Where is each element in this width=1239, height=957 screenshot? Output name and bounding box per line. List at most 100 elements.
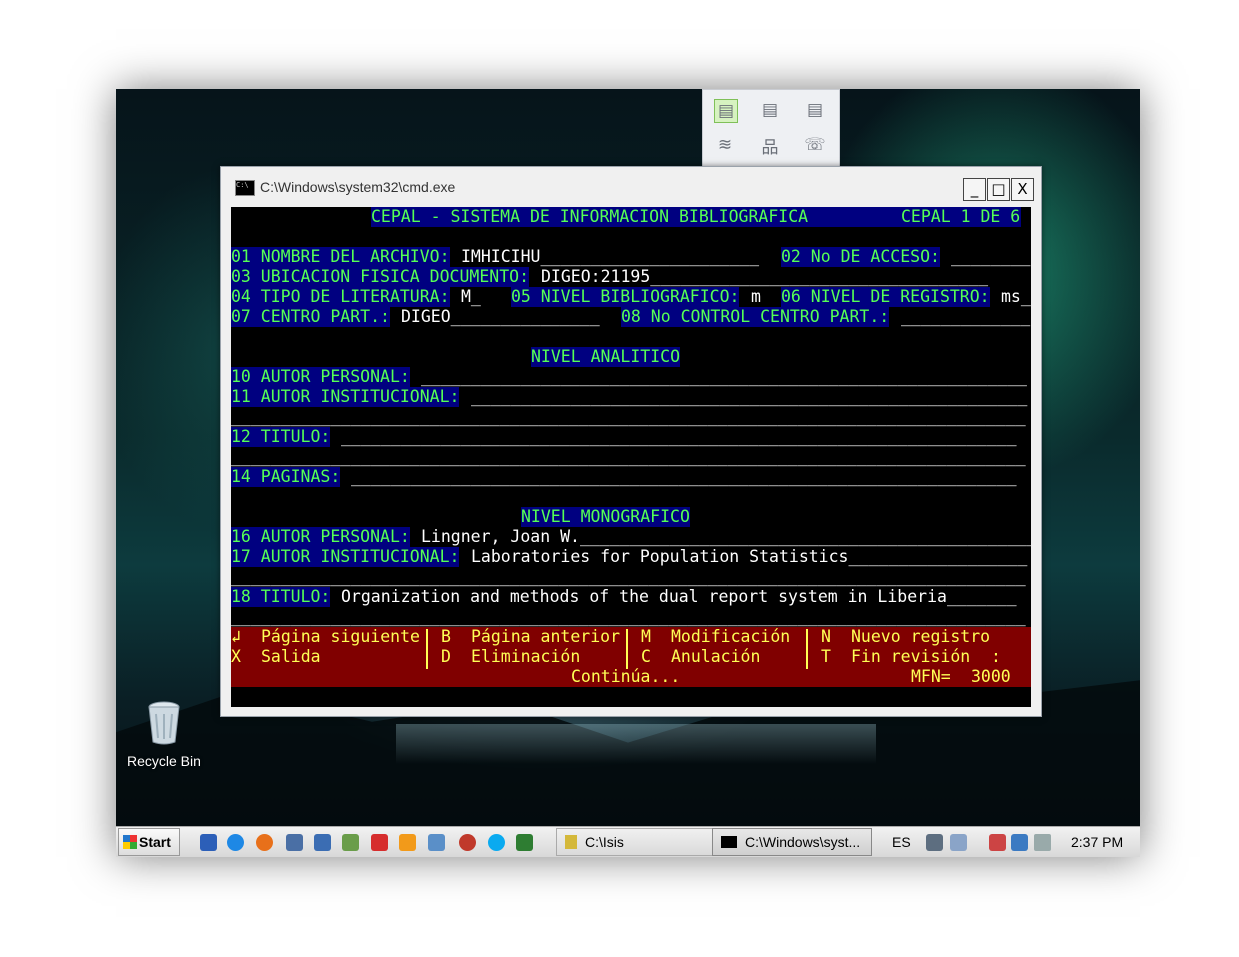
- folder-icon: [565, 835, 577, 849]
- field-label-02: 02 No DE ACCESO:: [781, 247, 940, 267]
- close-button[interactable]: X: [1011, 178, 1034, 201]
- menu-key-t: T: [821, 647, 831, 666]
- menu-exit[interactable]: Salida: [261, 647, 321, 667]
- field-label-14: 14 PAGINAS:: [231, 467, 341, 487]
- field-label-01: 01 NOMBRE DEL ARCHIVO:: [231, 247, 450, 267]
- network-icon[interactable]: ▤: [804, 99, 826, 121]
- field-value-11[interactable]: ________________________________________…: [471, 387, 1027, 407]
- field-label-05: 05 NIVEL BIBLIOGRAFICO:: [511, 287, 740, 307]
- field-label-17: 17 AUTOR INSTITUCIONAL:: [231, 547, 460, 567]
- field-cont-11[interactable]: ________________________________________…: [231, 407, 1026, 427]
- menu-key-n: N: [821, 627, 831, 646]
- field-value-02[interactable]: ________: [951, 247, 1030, 267]
- field-value-10[interactable]: ________________________________________…: [421, 367, 1027, 387]
- volume-icon[interactable]: [1034, 834, 1051, 851]
- cmd-icon: C:\: [235, 180, 255, 196]
- language-indicator[interactable]: ES: [892, 827, 911, 857]
- menu-delete[interactable]: Eliminación: [471, 647, 580, 667]
- security-tray-icon[interactable]: [989, 834, 1006, 851]
- field-value-18[interactable]: Organization and methods of the dual rep…: [341, 587, 1017, 607]
- field-cont-18[interactable]: ________________________________________…: [231, 607, 1026, 627]
- menu-divider: [426, 629, 428, 669]
- show-desktop-icon[interactable]: [200, 834, 217, 851]
- enter-key-icon: ↲: [231, 627, 241, 646]
- continue-text: Continúa...: [571, 667, 681, 686]
- network-flyout: ▤ ▤ ▤ ≋ 品 ☏: [702, 89, 840, 167]
- menu-next-page[interactable]: Página siguiente: [261, 627, 420, 647]
- field-value-03[interactable]: DIGEO:21195_____________________________…: [541, 267, 988, 287]
- taskbar-item-cmd[interactable]: C:\Windows\syst...: [712, 828, 872, 856]
- field-value-08[interactable]: _____________: [901, 307, 1030, 327]
- field-cont-17[interactable]: ________________________________________…: [231, 567, 1026, 587]
- field-label-03: 03 UBICACION FISICA DOCUMENTO:: [231, 267, 530, 287]
- connection-tray-icon[interactable]: [1011, 834, 1028, 851]
- tree-app-icon[interactable]: [342, 834, 359, 851]
- section-monografico: NIVEL MONOGRAFICO: [521, 507, 690, 527]
- menu-prev-page[interactable]: Página anterior: [471, 627, 620, 647]
- field-label-12: 12 TITULO:: [231, 427, 331, 447]
- window-titlebar[interactable]: C:\ C:\Windows\system32\cmd.exe _ □ X: [221, 167, 1041, 207]
- field-value-07[interactable]: DIGEO_______________: [401, 307, 600, 327]
- menu-new-record[interactable]: Nuevo registro: [851, 627, 990, 647]
- start-button[interactable]: Start: [118, 828, 180, 856]
- recycle-bin-label[interactable]: Recycle Bin: [127, 753, 201, 769]
- field-value-17[interactable]: Laboratories for Population Statistics__…: [471, 547, 1027, 567]
- menu-end-review[interactable]: Fin revisión: [851, 647, 970, 667]
- cmd-icon: [721, 836, 737, 848]
- recycle-bin-icon[interactable]: [146, 700, 182, 746]
- field-value-04[interactable]: M_: [461, 287, 481, 307]
- menu-key-m: M: [641, 627, 651, 646]
- dialup-icon[interactable]: ☏: [804, 134, 826, 156]
- field-value-16[interactable]: Lingner, Joan W.________________________…: [421, 527, 1031, 547]
- taskbar-item-isis[interactable]: C:\Isis: [556, 828, 716, 856]
- clock[interactable]: 2:37 PM: [1071, 827, 1123, 857]
- network-icon-connected[interactable]: ▤: [714, 99, 738, 123]
- page-indicator: CEPAL 1 DE 6: [901, 207, 1021, 226]
- menu-key-c: C: [641, 647, 651, 666]
- window-title: C:\Windows\system32\cmd.exe: [260, 179, 456, 195]
- app-icon[interactable]: [314, 834, 331, 851]
- field-value-05[interactable]: m: [751, 287, 761, 307]
- menu-key-b: B: [441, 627, 451, 646]
- transfer-tray-icon[interactable]: [950, 834, 967, 851]
- network-app-icon[interactable]: [286, 834, 303, 851]
- menu-divider: [806, 629, 808, 669]
- network-tray-icon[interactable]: [926, 834, 943, 851]
- mfn-value: 3000: [971, 667, 1011, 686]
- lan-icon[interactable]: 品: [759, 134, 781, 158]
- windows-logo-icon: [123, 835, 137, 849]
- tree-icon[interactable]: [516, 834, 533, 851]
- menu-prompt-colon: :: [991, 647, 1001, 666]
- field-value-12[interactable]: ________________________________________…: [341, 427, 1017, 447]
- maximize-button[interactable]: □: [987, 178, 1010, 201]
- console-area[interactable]: CEPAL - SISTEMA DE INFORMACION BIBLIOGRA…: [231, 207, 1031, 707]
- menu-key-x: X: [231, 647, 241, 666]
- field-label-16: 16 AUTOR PERSONAL:: [231, 527, 410, 547]
- field-value-14[interactable]: ________________________________________…: [351, 467, 1017, 487]
- mfn-label: MFN=: [911, 667, 951, 686]
- network-icon[interactable]: ▤: [759, 99, 781, 121]
- field-label-04: 04 TIPO DE LITERATURA:: [231, 287, 450, 307]
- menu-cancel[interactable]: Anulación: [671, 647, 760, 667]
- pdf-icon[interactable]: [371, 834, 388, 851]
- field-cont-12[interactable]: ________________________________________…: [231, 447, 1026, 467]
- skype-icon[interactable]: [488, 834, 505, 851]
- minimize-button[interactable]: _: [963, 178, 986, 201]
- wireless-icon[interactable]: ≋: [714, 134, 736, 156]
- lake-reflection: [396, 724, 876, 764]
- menu-modify[interactable]: Modificación: [671, 627, 790, 647]
- taskbar: Start C:\Isis C:\Windows\syst... ES 2:37…: [116, 826, 1140, 857]
- cmd-window: C:\ C:\Windows\system32\cmd.exe _ □ X CE…: [220, 166, 1042, 717]
- app-icon[interactable]: [399, 834, 416, 851]
- field-value-06[interactable]: ms_: [1001, 287, 1031, 307]
- app-icon[interactable]: [428, 834, 445, 851]
- menu-divider: [626, 629, 628, 669]
- field-value-01[interactable]: IMHICIHU______________________: [461, 247, 759, 267]
- section-analitico: NIVEL ANALITICO: [531, 347, 681, 367]
- field-label-08: 08 No CONTROL CENTRO PART.:: [621, 307, 890, 327]
- ie-icon[interactable]: [227, 834, 244, 851]
- form-header: CEPAL - SISTEMA DE INFORMACION BIBLIOGRA…: [371, 207, 809, 226]
- field-label-06: 06 NIVEL DE REGISTRO:: [781, 287, 990, 307]
- media-icon[interactable]: [459, 834, 476, 851]
- firefox-icon[interactable]: [256, 834, 273, 851]
